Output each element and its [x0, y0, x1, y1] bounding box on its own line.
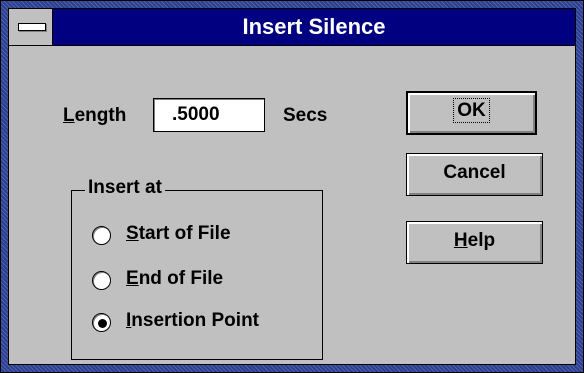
radio-label-end-of-file: End of File [126, 268, 224, 289]
insert-at-group-label: Insert at [85, 177, 165, 199]
length-label: Length [63, 105, 127, 126]
ok-button-label: OK [453, 98, 490, 123]
window-title: Insert Silence [242, 14, 386, 39]
cancel-button[interactable]: Cancel [406, 153, 543, 196]
radio-start-of-file[interactable]: Start of File [92, 223, 312, 249]
radio-circle [92, 313, 111, 332]
dialog-client-area: Length .5000 Secs Insert at Start of Fil… [9, 46, 575, 364]
radio-selected-dot [98, 319, 107, 328]
ok-button[interactable]: OK [406, 91, 537, 135]
radio-end-of-file[interactable]: End of File [92, 268, 312, 294]
radio-label-insertion-point: Insertion Point [126, 310, 260, 331]
title-bar[interactable]: Insert Silence [9, 9, 575, 46]
help-button[interactable]: Help [406, 221, 543, 264]
system-menu-button[interactable] [9, 9, 53, 45]
radio-circle [92, 271, 111, 290]
radio-circle [92, 226, 111, 245]
system-menu-icon [18, 23, 46, 31]
length-unit-label: Secs [283, 105, 328, 126]
radio-insertion-point[interactable]: Insertion Point [92, 310, 312, 336]
radio-label-start-of-file: Start of File [126, 223, 231, 244]
length-input[interactable]: .5000 [153, 98, 265, 132]
dialog-frame: Insert Silence Length .5000 Secs Insert … [8, 8, 576, 365]
dialog-window: Insert Silence Length .5000 Secs Insert … [0, 0, 584, 373]
